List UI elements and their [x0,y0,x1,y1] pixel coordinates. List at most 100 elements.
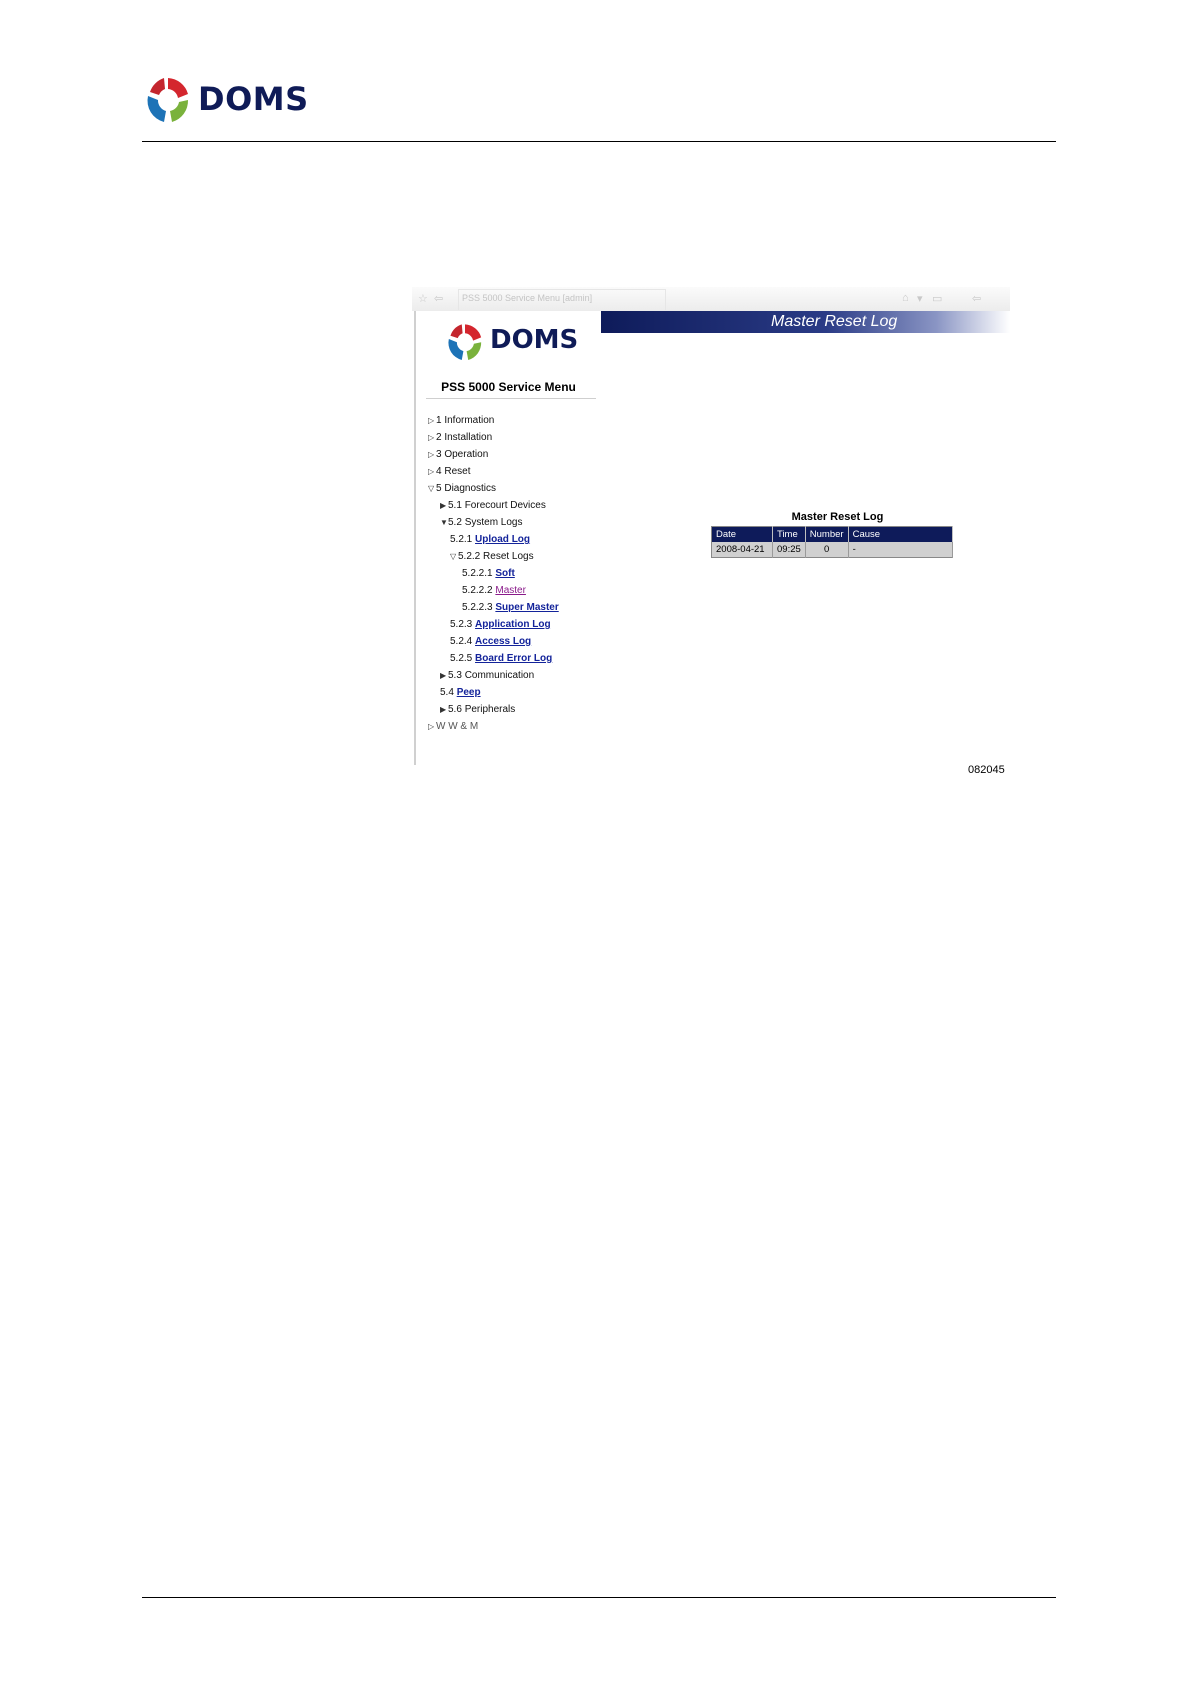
menu-item-soft: 5.2.2.1 Soft [462,568,515,579]
peep-link[interactable]: Peep [457,687,481,698]
menu-item-number: 5.4 [440,687,454,698]
menu-item-access-log: 5.2.4 Access Log [450,636,531,647]
menu-item-board-error-log: 5.2.5 Board Error Log [450,653,552,664]
menu-item-number: 5.2.4 [450,636,473,647]
menu-item-number: 5.2.3 [450,619,473,630]
menu-item-application-log: 5.2.3 Application Log [450,619,551,630]
menu-item-communication[interactable]: ▶ 5.3 Communication [440,670,534,681]
cell-time: 09:25 [772,542,806,558]
column-header-date: Date [711,526,773,542]
access-log-link[interactable]: Access Log [475,636,531,647]
expand-triangle-icon[interactable]: ▷ [428,433,436,442]
table-row: 2008-04-21 09:25 0 - [711,542,953,558]
menu-item-number: 5.2.5 [450,653,473,664]
log-table-caption: Master Reset Log [791,511,884,523]
figure-number: 082045 [968,764,1005,776]
menu-item-label: Reset Logs [483,551,534,562]
soft-link[interactable]: Soft [495,568,514,579]
menu-item-label: Peripherals [464,704,516,715]
menu-item-label: Reset [444,466,471,477]
menu-item-information[interactable]: ▷ 1 Information [428,415,494,426]
expand-triangle-icon[interactable]: ▶ [440,705,448,714]
star-icon[interactable]: ☆ [418,292,428,305]
tools-icon[interactable]: ⇦ [972,292,981,305]
menu-item-peripherals[interactable]: ▶ 5.6 Peripherals [440,704,515,715]
column-header-number: Number [805,526,849,542]
menu-item-diagnostics[interactable]: ▽ 5 Diagnostics [428,483,496,494]
menu-item-number: 5.1 [448,500,462,511]
menu-item-installation[interactable]: ▷ 2 Installation [428,432,492,443]
menu-item-number: 5.2.2 [458,551,481,562]
menu-item-number: 5.6 [448,704,462,715]
master-link[interactable]: Master [495,585,526,596]
menu-item-upload-log: 5.2.1 Upload Log [450,534,530,545]
menu-item-number: 5.2.2.2 [462,585,493,596]
menu-item-label: Diagnostics [444,483,497,494]
menu-item-wwm[interactable]: ▷ W W & M [428,721,478,732]
chevron-down-icon[interactable]: ▾ [917,292,923,305]
board-error-log-link[interactable]: Board Error Log [475,653,552,664]
menu-item-number: 3 [436,449,442,460]
collapse-triangle-icon[interactable]: ▼ [440,518,448,527]
cell-date: 2008-04-21 [711,542,773,558]
upload-log-link[interactable]: Upload Log [475,534,530,545]
home-icon[interactable]: ⌂ [902,292,909,304]
menu-item-label: Communication [464,670,535,681]
menu-item-label: Operation [444,449,489,460]
footer-divider [142,1597,1056,1598]
doms-logo-mark-icon [448,324,482,360]
menu-item-number: 5.3 [448,670,462,681]
super-master-link[interactable]: Super Master [495,602,558,613]
expand-triangle-icon[interactable]: ▷ [428,416,436,425]
service-menu-sidebar: DOMS PSS 5000 Service Menu ▷ 1 Informatio… [414,311,603,765]
doms-logo-mark-icon [147,78,189,122]
menu-item-reset-logs[interactable]: ▽ 5.2.2 Reset Logs [450,551,534,562]
menu-item-label: System Logs [464,517,523,528]
menu-item-master: 5.2.2.2 Master [462,585,526,596]
menu-item-number: 4 [436,466,442,477]
menu-item-peep: 5.4 Peep [440,687,481,698]
menu-item-number: 5.2.1 [450,534,473,545]
cell-number: 0 [805,542,849,558]
favorites-add-icon[interactable]: ⇦ [434,292,443,305]
column-header-cause: Cause [848,526,953,542]
menu-item-forecourt-devices[interactable]: ▶ 5.1 Forecourt Devices [440,500,546,511]
page-title-bar: Master Reset Log [601,311,1010,333]
doms-logo: DOMS [444,321,584,367]
expand-triangle-icon[interactable]: ▷ [428,467,436,476]
doms-logo: DOMS [142,74,308,128]
menu-item-number: 5.2 [448,517,462,528]
menu-item-reset[interactable]: ▷ 4 Reset [428,466,470,477]
menu-item-super-master: 5.2.2.3 Super Master [462,602,559,613]
content-pane: Master Reset Log Master Reset Log Date T… [601,311,1010,765]
menu-item-operation[interactable]: ▷ 3 Operation [428,449,488,460]
menu-item-system-logs[interactable]: ▼5.2 System Logs [440,517,523,528]
master-reset-log-table: Date Time Number Cause 2008-04-21 09:25 … [711,526,953,558]
expand-triangle-icon[interactable]: ▷ [428,722,436,731]
application-log-link[interactable]: Application Log [475,619,551,630]
expand-triangle-icon[interactable]: ▶ [440,501,448,510]
expand-triangle-icon[interactable]: ▶ [440,671,448,680]
menu-item-label: Installation [444,432,493,443]
menu-item-number: 5 [436,483,442,494]
print-icon[interactable]: ▭ [932,292,942,305]
expand-triangle-icon[interactable]: ▷ [428,450,436,459]
browser-screenshot: ☆ ⇦ PSS 5000 Service Menu [admin] ⌂ ▾ ▭ … [412,287,1010,765]
menu-item-number: 5.2.2.1 [462,568,493,579]
menu-item-number: 1 [436,415,442,426]
menu-divider [426,398,596,399]
collapse-triangle-icon[interactable]: ▽ [428,484,436,493]
browser-toolbar: ☆ ⇦ PSS 5000 Service Menu [admin] ⌂ ▾ ▭ … [412,287,1010,311]
table-header-row: Date Time Number Cause [711,526,953,542]
header-divider [142,141,1056,142]
menu-item-label: Information [444,415,495,426]
doms-wordmark: DOMS [198,80,309,118]
menu-item-label: W W & M [436,721,479,732]
column-header-time: Time [772,526,806,542]
menu-item-number: 2 [436,432,442,443]
doms-wordmark: DOMS [490,325,579,355]
tab-title: PSS 5000 Service Menu [admin] [462,293,593,303]
cell-cause: - [848,542,953,558]
collapse-triangle-icon[interactable]: ▽ [450,552,458,561]
menu-title: PSS 5000 Service Menu [441,380,576,394]
